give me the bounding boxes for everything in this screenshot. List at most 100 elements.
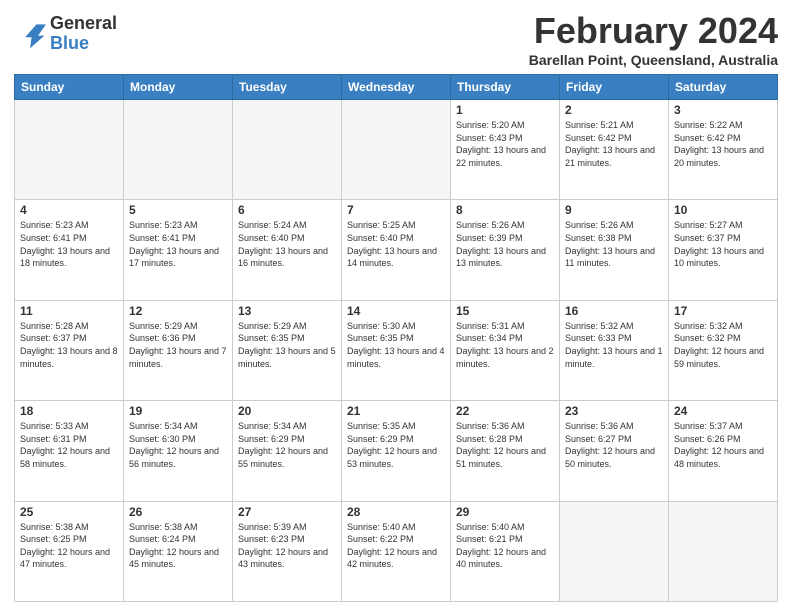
day-cell: 22 Sunrise: 5:36 AM Sunset: 6:28 PM Dayli… (451, 401, 560, 501)
day-number: 18 (20, 404, 118, 418)
header-wednesday: Wednesday (342, 75, 451, 100)
day-info: Sunrise: 5:25 AM Sunset: 6:40 PM Dayligh… (347, 219, 445, 269)
day-cell: 24 Sunrise: 5:37 AM Sunset: 6:26 PM Dayli… (669, 401, 778, 501)
day-number: 17 (674, 304, 772, 318)
day-info: Sunrise: 5:34 AM Sunset: 6:29 PM Dayligh… (238, 420, 336, 470)
day-cell: 4 Sunrise: 5:23 AM Sunset: 6:41 PM Daylig… (15, 200, 124, 300)
logo-general: General (50, 14, 117, 34)
page: General Blue February 2024 Barellan Poin… (0, 0, 792, 612)
day-cell: 9 Sunrise: 5:26 AM Sunset: 6:38 PM Daylig… (560, 200, 669, 300)
day-number: 2 (565, 103, 663, 117)
day-cell: 18 Sunrise: 5:33 AM Sunset: 6:31 PM Dayli… (15, 401, 124, 501)
day-number: 19 (129, 404, 227, 418)
logo-blue: Blue (50, 34, 117, 54)
day-info: Sunrise: 5:33 AM Sunset: 6:31 PM Dayligh… (20, 420, 118, 470)
header-tuesday: Tuesday (233, 75, 342, 100)
day-cell: 21 Sunrise: 5:35 AM Sunset: 6:29 PM Dayli… (342, 401, 451, 501)
calendar-table: Sunday Monday Tuesday Wednesday Thursday… (14, 74, 778, 602)
day-info: Sunrise: 5:32 AM Sunset: 6:32 PM Dayligh… (674, 320, 772, 370)
day-number: 24 (674, 404, 772, 418)
header-monday: Monday (124, 75, 233, 100)
day-cell (669, 501, 778, 601)
day-info: Sunrise: 5:24 AM Sunset: 6:40 PM Dayligh… (238, 219, 336, 269)
day-cell: 20 Sunrise: 5:34 AM Sunset: 6:29 PM Dayli… (233, 401, 342, 501)
day-info: Sunrise: 5:40 AM Sunset: 6:22 PM Dayligh… (347, 521, 445, 571)
day-cell: 16 Sunrise: 5:32 AM Sunset: 6:33 PM Dayli… (560, 300, 669, 400)
day-number: 26 (129, 505, 227, 519)
week-row-2: 4 Sunrise: 5:23 AM Sunset: 6:41 PM Daylig… (15, 200, 778, 300)
day-cell: 19 Sunrise: 5:34 AM Sunset: 6:30 PM Dayli… (124, 401, 233, 501)
day-cell: 25Sunrise: 5:38 AM Sunset: 6:25 PM Dayli… (15, 501, 124, 601)
week-row-4: 18 Sunrise: 5:33 AM Sunset: 6:31 PM Dayli… (15, 401, 778, 501)
day-cell (233, 100, 342, 200)
week-row-3: 11Sunrise: 5:28 AM Sunset: 6:37 PM Dayli… (15, 300, 778, 400)
header-saturday: Saturday (669, 75, 778, 100)
day-cell: 7 Sunrise: 5:25 AM Sunset: 6:40 PM Daylig… (342, 200, 451, 300)
day-info: Sunrise: 5:23 AM Sunset: 6:41 PM Dayligh… (129, 219, 227, 269)
day-info: Sunrise: 5:23 AM Sunset: 6:41 PM Dayligh… (20, 219, 118, 269)
day-info: Sunrise: 5:29 AM Sunset: 6:35 PM Dayligh… (238, 320, 336, 370)
subtitle: Barellan Point, Queensland, Australia (529, 52, 778, 68)
day-info: Sunrise: 5:40 AM Sunset: 6:21 PM Dayligh… (456, 521, 554, 571)
day-cell: 11Sunrise: 5:28 AM Sunset: 6:37 PM Dayli… (15, 300, 124, 400)
day-number: 22 (456, 404, 554, 418)
day-cell: 13Sunrise: 5:29 AM Sunset: 6:35 PM Dayli… (233, 300, 342, 400)
logo: General Blue (14, 14, 117, 54)
day-number: 6 (238, 203, 336, 217)
header-friday: Friday (560, 75, 669, 100)
day-number: 10 (674, 203, 772, 217)
day-cell: 14Sunrise: 5:30 AM Sunset: 6:35 PM Dayli… (342, 300, 451, 400)
day-info: Sunrise: 5:26 AM Sunset: 6:38 PM Dayligh… (565, 219, 663, 269)
day-cell: 5 Sunrise: 5:23 AM Sunset: 6:41 PM Daylig… (124, 200, 233, 300)
day-cell (342, 100, 451, 200)
day-info: Sunrise: 5:36 AM Sunset: 6:28 PM Dayligh… (456, 420, 554, 470)
day-number: 12 (129, 304, 227, 318)
day-number: 5 (129, 203, 227, 217)
day-number: 4 (20, 203, 118, 217)
day-cell: 17 Sunrise: 5:32 AM Sunset: 6:32 PM Dayli… (669, 300, 778, 400)
logo-icon (14, 18, 46, 50)
day-number: 11 (20, 304, 118, 318)
day-number: 1 (456, 103, 554, 117)
day-number: 25 (20, 505, 118, 519)
day-cell: 12 Sunrise: 5:29 AM Sunset: 6:36 PM Dayli… (124, 300, 233, 400)
calendar-header: Sunday Monday Tuesday Wednesday Thursday… (15, 75, 778, 100)
day-info: Sunrise: 5:22 AM Sunset: 6:42 PM Dayligh… (674, 119, 772, 169)
day-info: Sunrise: 5:31 AM Sunset: 6:34 PM Dayligh… (456, 320, 554, 370)
day-number: 27 (238, 505, 336, 519)
day-cell: 10 Sunrise: 5:27 AM Sunset: 6:37 PM Dayli… (669, 200, 778, 300)
week-row-1: 1Sunrise: 5:20 AM Sunset: 6:43 PM Daylig… (15, 100, 778, 200)
day-number: 16 (565, 304, 663, 318)
day-info: Sunrise: 5:35 AM Sunset: 6:29 PM Dayligh… (347, 420, 445, 470)
day-number: 9 (565, 203, 663, 217)
day-info: Sunrise: 5:37 AM Sunset: 6:26 PM Dayligh… (674, 420, 772, 470)
title-section: February 2024 Barellan Point, Queensland… (529, 10, 778, 68)
day-cell: 26 Sunrise: 5:38 AM Sunset: 6:24 PM Dayli… (124, 501, 233, 601)
day-number: 7 (347, 203, 445, 217)
day-info: Sunrise: 5:32 AM Sunset: 6:33 PM Dayligh… (565, 320, 663, 370)
day-number: 14 (347, 304, 445, 318)
day-info: Sunrise: 5:27 AM Sunset: 6:37 PM Dayligh… (674, 219, 772, 269)
day-number: 21 (347, 404, 445, 418)
day-info: Sunrise: 5:38 AM Sunset: 6:24 PM Dayligh… (129, 521, 227, 571)
day-number: 20 (238, 404, 336, 418)
day-cell (124, 100, 233, 200)
day-info: Sunrise: 5:26 AM Sunset: 6:39 PM Dayligh… (456, 219, 554, 269)
calendar-body: 1Sunrise: 5:20 AM Sunset: 6:43 PM Daylig… (15, 100, 778, 602)
day-cell (15, 100, 124, 200)
day-cell: 8 Sunrise: 5:26 AM Sunset: 6:39 PM Daylig… (451, 200, 560, 300)
day-info: Sunrise: 5:39 AM Sunset: 6:23 PM Dayligh… (238, 521, 336, 571)
day-number: 15 (456, 304, 554, 318)
day-number: 8 (456, 203, 554, 217)
week-row-5: 25Sunrise: 5:38 AM Sunset: 6:25 PM Dayli… (15, 501, 778, 601)
day-cell: 29 Sunrise: 5:40 AM Sunset: 6:21 PM Dayli… (451, 501, 560, 601)
logo-text: General Blue (50, 14, 117, 54)
day-info: Sunrise: 5:36 AM Sunset: 6:27 PM Dayligh… (565, 420, 663, 470)
day-info: Sunrise: 5:34 AM Sunset: 6:30 PM Dayligh… (129, 420, 227, 470)
day-info: Sunrise: 5:29 AM Sunset: 6:36 PM Dayligh… (129, 320, 227, 370)
day-info: Sunrise: 5:21 AM Sunset: 6:42 PM Dayligh… (565, 119, 663, 169)
day-cell: 3Sunrise: 5:22 AM Sunset: 6:42 PM Daylig… (669, 100, 778, 200)
header-row: Sunday Monday Tuesday Wednesday Thursday… (15, 75, 778, 100)
day-cell (560, 501, 669, 601)
day-number: 29 (456, 505, 554, 519)
